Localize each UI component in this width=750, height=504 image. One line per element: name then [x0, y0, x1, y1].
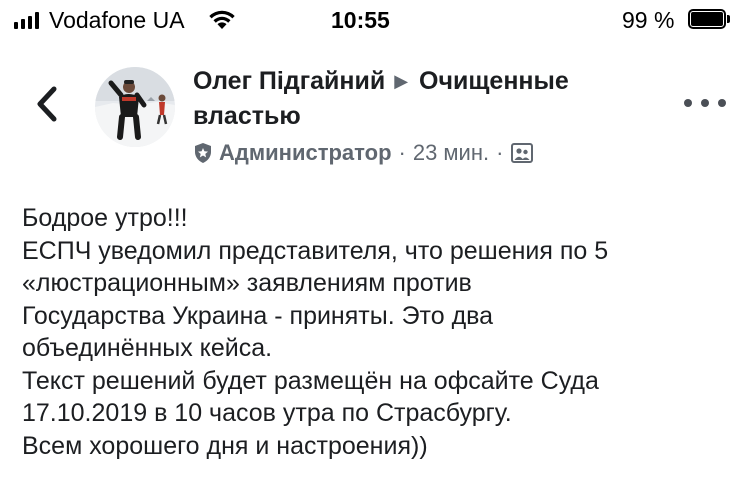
- chevron-left-icon: [37, 86, 57, 122]
- facebook-post-screen: Vodafone UA 10:55 99 % Олег Підгайний ▶ …: [0, 0, 750, 504]
- post-text-line: Государства Украина - приняты. Это два: [22, 301, 494, 330]
- status-bar: Vodafone UA 10:55 99 %: [0, 0, 750, 40]
- group-audience-icon: [511, 143, 534, 163]
- post-header-title: Олег Підгайний ▶ Очищенные властью: [193, 64, 663, 134]
- more-horizontal-icon: [684, 99, 692, 107]
- post-timestamp[interactable]: 23 мин.: [413, 140, 489, 166]
- separator: ·: [496, 140, 504, 165]
- post-text-line: объединённых кейса.: [22, 334, 273, 362]
- post-meta: Администратор · 23 мин. ·: [193, 139, 534, 167]
- carrier-name: Vodafone UA: [49, 7, 185, 33]
- post-text-line: Текст решений будет размещён на офсайте …: [22, 366, 599, 395]
- separator: ·: [398, 140, 406, 165]
- more-options-button[interactable]: [684, 97, 726, 109]
- arrow-right-icon: ▶: [394, 71, 409, 91]
- post-text-line: «люстрационным» заявлениям против: [22, 269, 472, 297]
- post-body: Бодрое утро!!! ЕСПЧ уведомил представите…: [22, 202, 737, 462]
- avatar[interactable]: [95, 67, 175, 147]
- clock: 10:55: [331, 7, 390, 33]
- admin-shield-icon: [195, 143, 211, 163]
- battery-icon: [688, 9, 730, 29]
- back-button[interactable]: [30, 82, 64, 126]
- group-name-line2: властью: [193, 102, 301, 130]
- role-badge: Администратор: [219, 140, 392, 165]
- group-name-line1: Очищенные: [419, 67, 569, 95]
- author-name[interactable]: Олег Підгайний: [193, 67, 385, 95]
- post-text-line: Бодрое утро!!!: [22, 204, 188, 232]
- post-text-line: ЕСПЧ уведомил представителя, что решения…: [22, 236, 609, 265]
- post-text-line: 17.10.2019 в 10 часов утра по Страсбургу…: [22, 399, 512, 427]
- battery-percent: 99 %: [622, 7, 675, 33]
- post-text-line: Всем хорошего дня и настроения)): [22, 431, 428, 460]
- wifi-icon: [209, 10, 235, 29]
- signal-bars-icon: [14, 12, 39, 29]
